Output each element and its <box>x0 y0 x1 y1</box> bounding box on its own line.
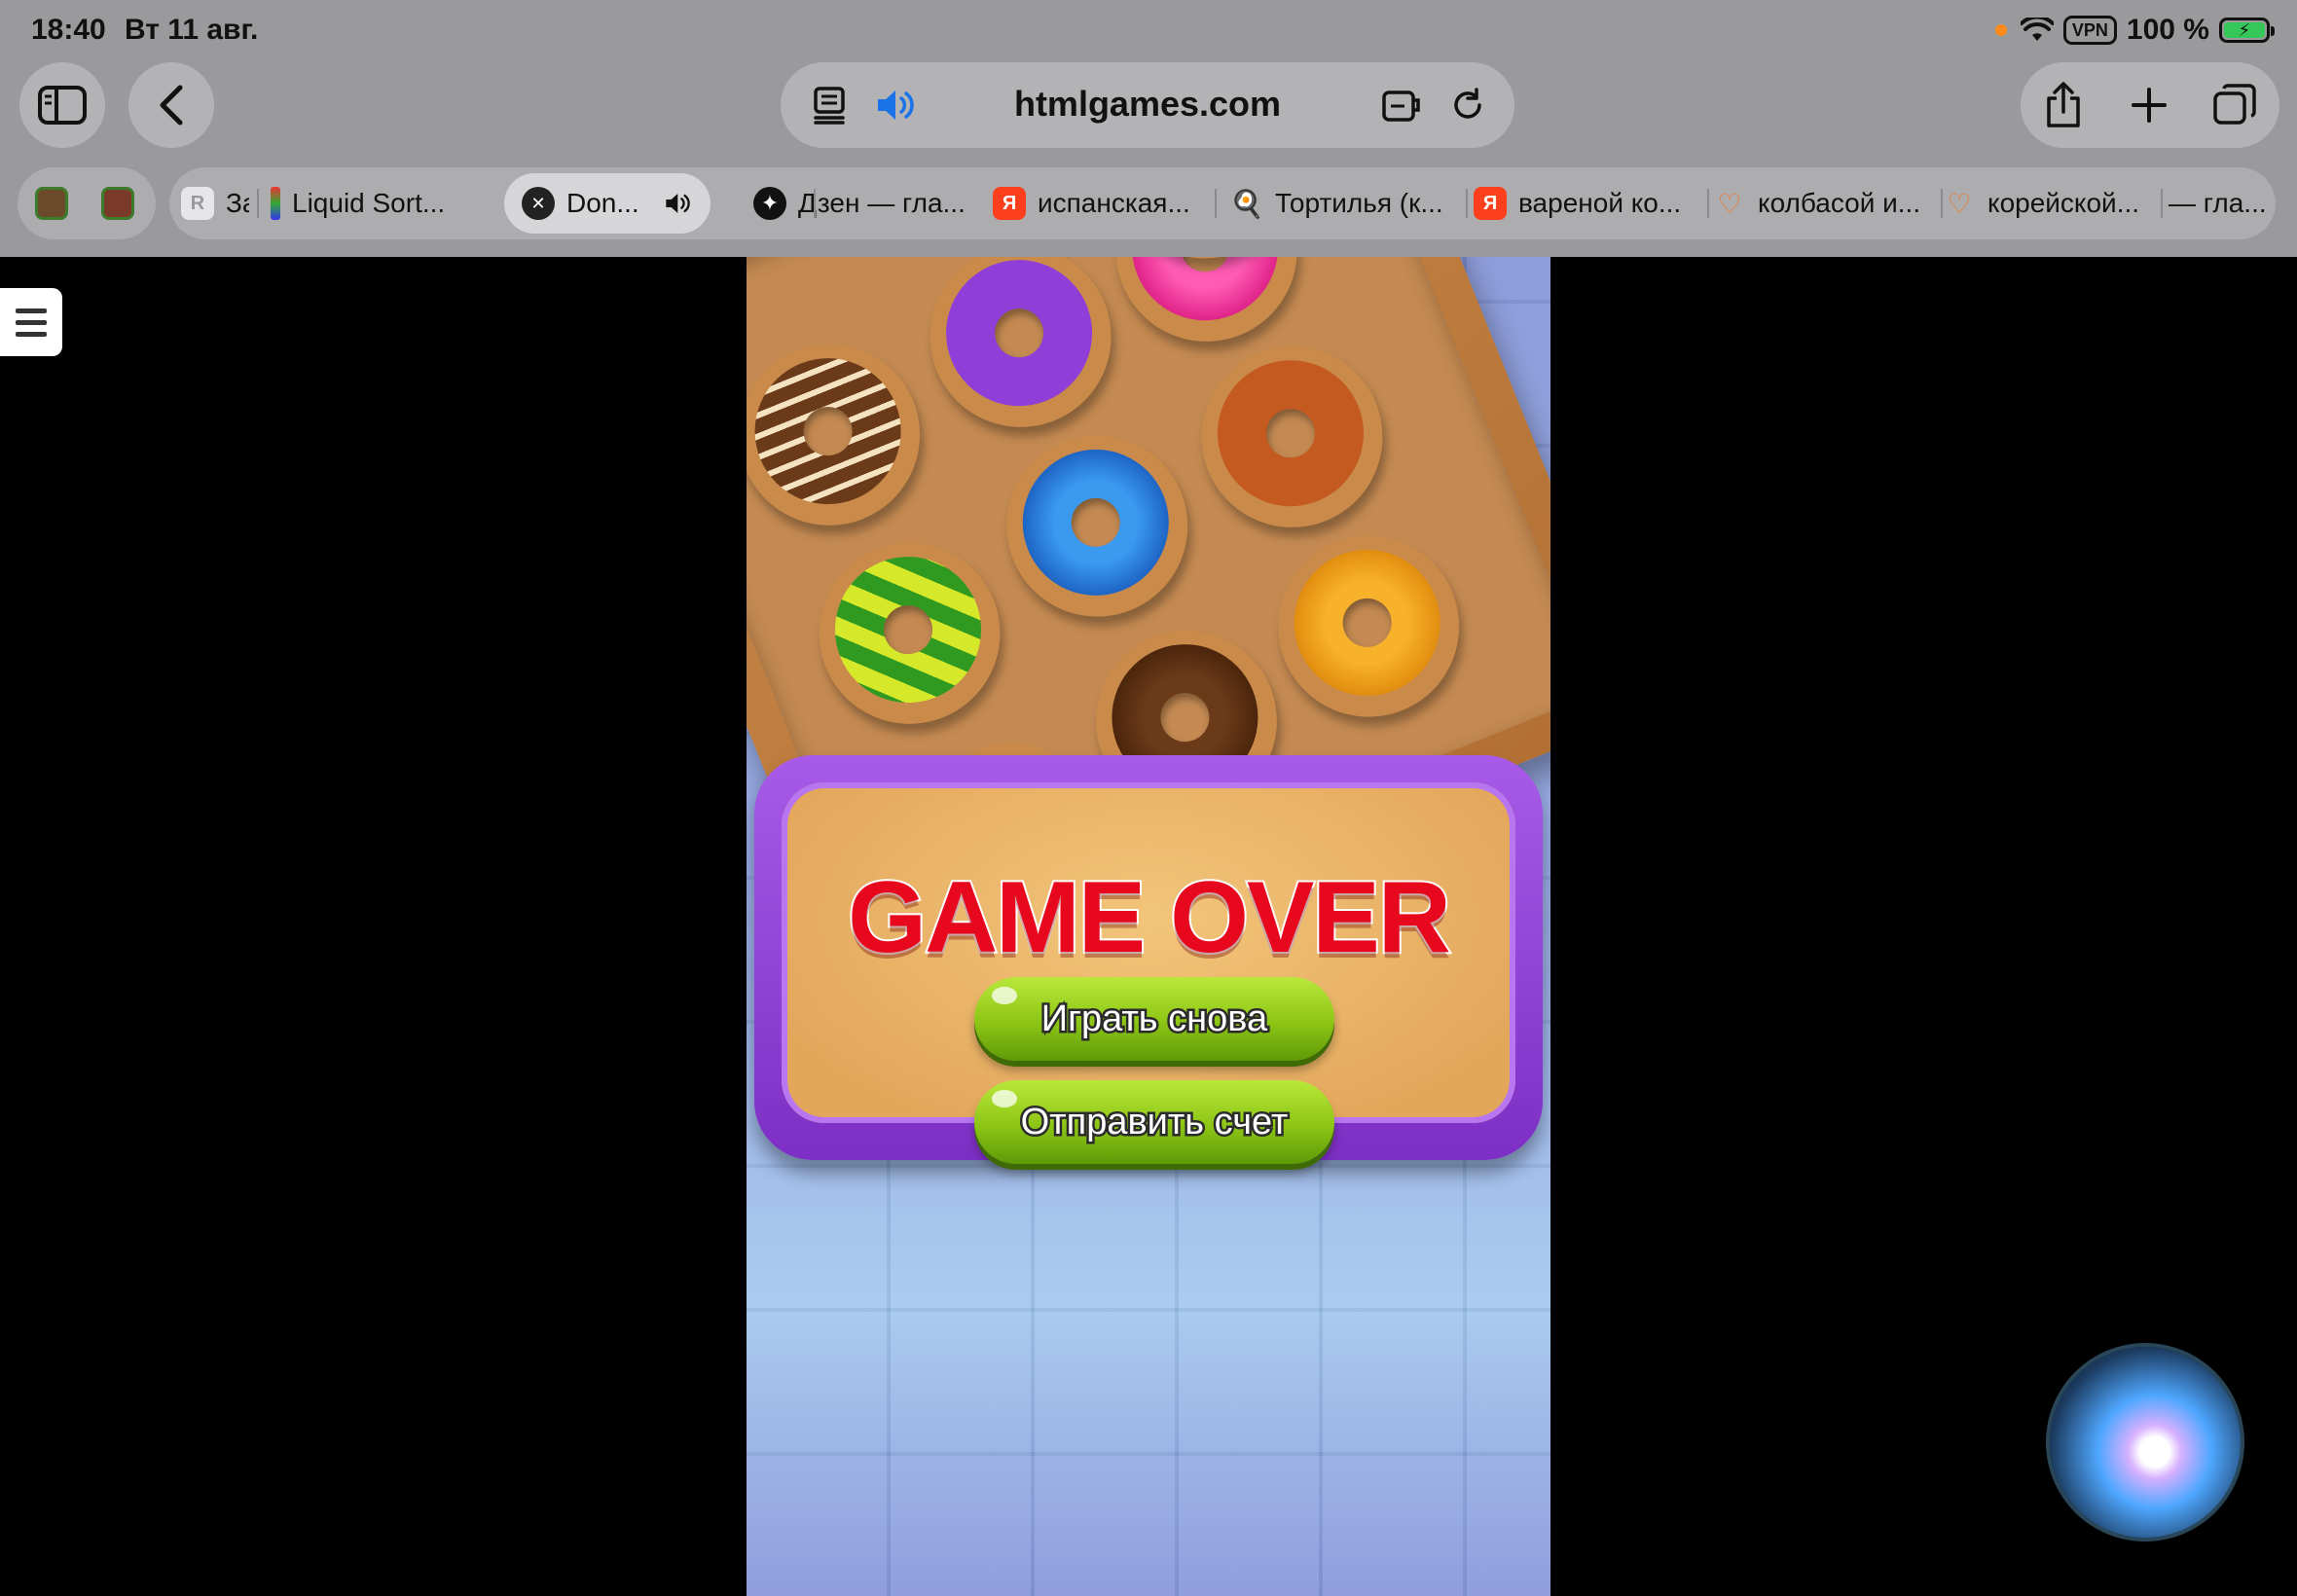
pinned-tab[interactable] <box>35 173 82 234</box>
tab-label: испанская... <box>1038 188 1190 218</box>
back-button[interactable] <box>128 62 214 148</box>
blue-star-donut-icon <box>979 408 1216 644</box>
status-time: 18:40 <box>31 14 106 46</box>
tab-label: Don... <box>566 188 639 218</box>
recording-indicator-icon <box>1994 24 2007 36</box>
glazed-donut-icon <box>1174 318 1410 555</box>
tab[interactable]: ✦ Дзен — гла... <box>753 173 987 234</box>
status-date: Вт 11 авг. <box>125 14 259 46</box>
new-tab-button[interactable] <box>2124 80 2174 130</box>
tab[interactable]: Liquid Sort... <box>271 173 485 234</box>
speaker-icon[interactable] <box>665 188 693 219</box>
tab[interactable]: — гла... <box>2169 173 2270 234</box>
tab-label: За <box>226 188 249 218</box>
extensions-button[interactable] <box>1378 82 1425 128</box>
tab-label: Дзен — гла... <box>798 188 966 218</box>
tab[interactable]: Я испанская... <box>993 173 1211 234</box>
tab-group: R За Liquid Sort... ✕ Don... ✦ Дзен — гл… <box>169 167 2276 239</box>
game-over-title: GAME OVER <box>846 859 1453 976</box>
menu-line <box>16 331 47 337</box>
status-bar: 18:40 Вт 11 авг. VPN 100 % ⚡ <box>0 0 2297 60</box>
tab-label: Liquid Sort... <box>292 188 446 218</box>
tabs-overview-icon <box>2213 84 2256 125</box>
minecraft-favicon-icon <box>101 187 134 220</box>
pinned-tab[interactable] <box>101 173 148 234</box>
play-again-button[interactable]: Играть снова <box>974 977 1334 1061</box>
tab-separator <box>2161 189 2163 218</box>
orange-star-donut-icon <box>1251 508 1487 744</box>
tab[interactable]: R За <box>181 173 249 234</box>
tab[interactable]: ♡ колбасой и... <box>1713 173 1941 234</box>
tab[interactable]: 🍳 Тортилья (к... <box>1230 173 1462 234</box>
submit-score-button[interactable]: Отправить счет <box>974 1080 1334 1164</box>
liquid-sort-favicon-icon <box>271 187 280 220</box>
yandex-favicon-icon: Я <box>1474 187 1507 220</box>
tab-separator <box>1707 189 1709 218</box>
address-bar[interactable]: htmlgames.com <box>781 62 1514 148</box>
tab-label: колбасой и... <box>1758 188 1921 218</box>
reload-icon <box>1454 88 1481 119</box>
game-over-panel: GAME OVER Твои очки 164619 Играть снова … <box>754 755 1543 1164</box>
battery-percent: 100 % <box>2126 14 2209 46</box>
striped-green-donut-icon <box>791 515 1028 751</box>
menu-line <box>16 308 47 313</box>
share-icon <box>2047 82 2080 127</box>
sidebar-button[interactable] <box>19 62 105 148</box>
back-icon <box>160 85 183 126</box>
tab[interactable]: Я вареной ко... <box>1474 173 1699 234</box>
menu-line <box>16 319 47 325</box>
tab-label: Тортилья (к... <box>1275 188 1443 218</box>
siri-orb-icon[interactable] <box>2050 1347 2241 1538</box>
game-over-panel-inner: GAME OVER Твои очки 164619 <box>782 782 1515 1123</box>
tab-separator <box>257 189 259 218</box>
game-canvas[interactable]: GAME OVER Твои очки 164619 Играть снова … <box>747 257 1550 1596</box>
toolbar-right-group <box>2021 62 2279 148</box>
share-button[interactable] <box>2038 80 2089 130</box>
wifi-icon <box>2020 18 2054 41</box>
tab-label: вареной ко... <box>1518 188 1682 218</box>
tab-label: — гла... <box>2169 188 2267 218</box>
sidebar-icon <box>38 86 87 125</box>
extension-icon <box>1382 91 1420 122</box>
minecraft-favicon-icon <box>35 187 68 220</box>
r-favicon-icon: R <box>181 187 214 220</box>
tabs-overview-button[interactable] <box>2209 80 2260 130</box>
purple-donut-icon <box>902 257 1139 454</box>
tab-strip: R За Liquid Sort... ✕ Don... ✦ Дзен — гл… <box>0 167 2297 239</box>
tab-active[interactable]: ✕ Don... <box>504 173 711 234</box>
tab-label: корейской... <box>1987 188 2140 218</box>
browser-chrome: 18:40 Вт 11 авг. VPN 100 % ⚡ htmlgames.c… <box>0 0 2297 257</box>
new-tab-icon <box>2132 88 2167 123</box>
hamburger-menu-button[interactable] <box>0 288 62 356</box>
battery-charging-icon: ⚡ <box>2224 20 2265 40</box>
recipe-favicon-icon: 🍳 <box>1230 188 1264 219</box>
heart-favicon-icon: ♡ <box>1717 188 1742 219</box>
tab-separator <box>1466 189 1468 218</box>
tab-separator <box>814 189 816 218</box>
chocolate-donut-icon <box>747 316 948 553</box>
reload-button[interactable] <box>1444 82 1491 128</box>
dzen-favicon-icon: ✦ <box>753 187 786 220</box>
web-content: GAME OVER Твои очки 164619 Играть снова … <box>0 257 2297 1596</box>
status-right: VPN 100 % ⚡ <box>1994 14 2275 47</box>
yandex-favicon-icon: Я <box>993 187 1026 220</box>
pinned-tab-group <box>18 167 156 239</box>
tab-separator <box>1215 189 1217 218</box>
vpn-badge: VPN <box>2062 16 2117 45</box>
tab[interactable]: ♡ корейской... <box>1943 173 2159 234</box>
heart-favicon-icon: ♡ <box>1947 188 1972 219</box>
close-tab-icon[interactable]: ✕ <box>522 187 555 220</box>
battery-icon: ⚡ <box>2219 18 2275 43</box>
